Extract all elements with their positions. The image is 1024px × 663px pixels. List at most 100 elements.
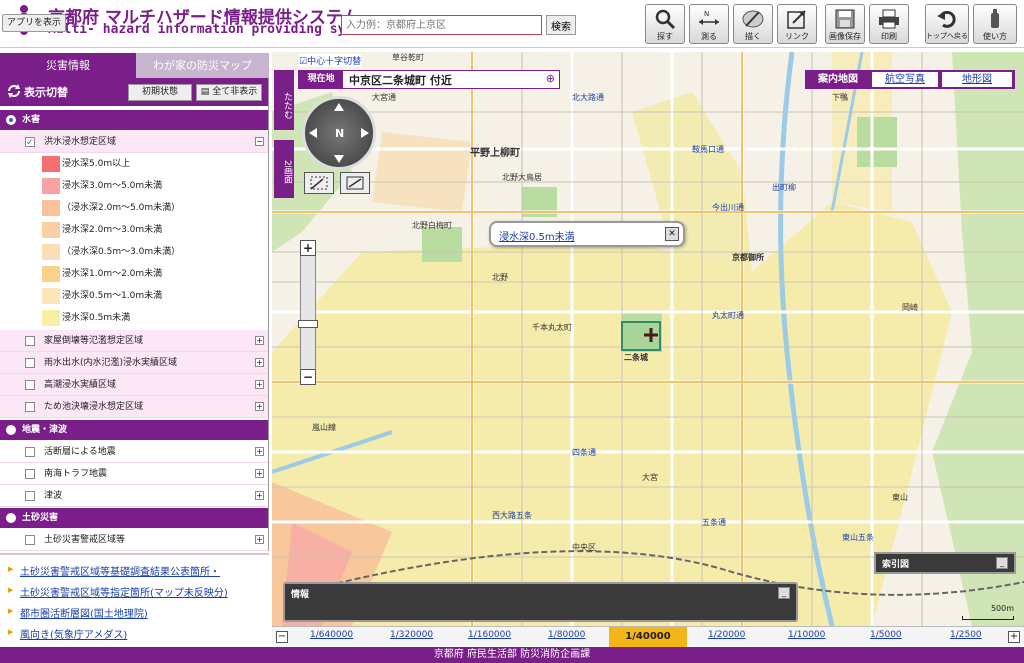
scale-option[interactable]: 1/640000 — [310, 630, 353, 640]
tab-aerial-photo[interactable]: 航空写真 — [872, 72, 938, 87]
svg-text:N: N — [704, 10, 709, 18]
category-sediment[interactable]: 土砂災害 — [0, 508, 268, 528]
layer-pond-break[interactable]: ため池決壊浸水想定区域 + — [0, 396, 268, 418]
layer-tsunami[interactable]: 津波 + — [0, 485, 268, 507]
tool-label: 印刷 — [881, 32, 897, 41]
tab-home-map[interactable]: わが家の防災マップ — [136, 53, 269, 78]
scale-option[interactable]: 1/2500 — [950, 630, 982, 640]
checkbox[interactable]: ☑ — [299, 57, 307, 67]
legend-label: 浸水深0.5m～1.0m未満 — [62, 291, 163, 301]
link-tool-button[interactable]: リンク — [777, 4, 817, 44]
info-popup: 浸水深0.5m未満 ✕ — [489, 221, 685, 247]
initial-state-button[interactable]: 初期状態 — [128, 84, 192, 101]
zoom-slider[interactable] — [300, 240, 316, 385]
layer-flood-zone[interactable]: 洪水浸水想定区域 − — [0, 131, 268, 154]
locate-icon[interactable]: ⊕ — [546, 72, 555, 85]
center-cross-toggle[interactable]: ☑中心十字切替 — [299, 54, 362, 67]
checkbox[interactable] — [25, 447, 35, 457]
current-location-tag: 現在地 — [299, 71, 343, 88]
checkbox[interactable] — [25, 535, 35, 545]
zoom-box-button[interactable] — [304, 172, 334, 194]
measure-tool-button[interactable]: N 測る — [689, 4, 729, 44]
link-wind-direction[interactable]: 風向き(気象庁アメダス) — [8, 626, 127, 641]
checkbox[interactable] — [25, 491, 35, 501]
legend-label: 浸水深0.5m未満 — [62, 313, 131, 323]
scale-option-active[interactable]: 1/40000 — [609, 627, 687, 647]
scale-option[interactable]: 1/80000 — [548, 630, 585, 640]
current-location-bar: 現在地 中京区二条城町 付近 ⊕ — [298, 70, 560, 89]
search-tool-button[interactable]: 探す — [645, 4, 685, 44]
category-flood[interactable]: 水害 — [0, 110, 268, 130]
magnifier-icon — [655, 9, 676, 30]
scale-legend-label: 500m — [990, 604, 1014, 613]
expand-icon[interactable]: + — [255, 535, 264, 544]
scale-option[interactable]: 1/20000 — [708, 630, 745, 640]
expand-icon[interactable]: + — [255, 469, 264, 478]
layer-active-fault[interactable]: 活断層による地震 + — [0, 441, 268, 463]
zoom-out-box-button[interactable] — [340, 172, 370, 194]
zoom-out-button[interactable]: − — [300, 369, 316, 385]
scale-legend: 500m — [962, 604, 1014, 620]
search-button[interactable]: 検索 — [546, 15, 576, 35]
current-location-text: 中京区二条城町 付近 — [349, 74, 452, 87]
tab-disaster-info[interactable]: 災害情報 — [0, 53, 136, 78]
split-screen-tab[interactable]: 2画面 — [274, 140, 294, 198]
expand-icon[interactable]: + — [255, 402, 264, 411]
layer-sediment-zone[interactable]: 土砂災害警戒区域等 + — [0, 529, 268, 551]
print-tool-button[interactable]: 印刷 — [869, 4, 909, 44]
scale-option[interactable]: 1/160000 — [468, 630, 511, 640]
scale-plus-button[interactable]: + — [1008, 631, 1020, 643]
legend-item: 浸水深3.0m～5.0m未満 — [38, 175, 268, 197]
info-minimize-button[interactable]: _ — [778, 587, 790, 599]
tab-terrain-map[interactable]: 地形図 — [942, 72, 1012, 87]
index-minimize-button[interactable]: _ — [996, 557, 1008, 569]
link-sediment-survey[interactable]: 土砂災害警戒区域等基礎調査結果公表箇所・ — [8, 563, 220, 578]
save-image-tool-button[interactable]: 画像保存 — [825, 4, 865, 44]
expand-icon[interactable]: + — [255, 491, 264, 500]
hide-all-label: 全て非表示 — [212, 87, 258, 97]
layer-storm-surge[interactable]: 高潮浸水実績区域 + — [0, 374, 268, 396]
search-input[interactable] — [341, 15, 542, 35]
hide-all-button[interactable]: ▤ 全て非表示 — [196, 84, 262, 101]
map-label: 下鴨 — [832, 93, 848, 102]
scale-option[interactable]: 1/5000 — [870, 630, 902, 640]
checkbox[interactable] — [25, 358, 35, 368]
zoom-slider-handle[interactable] — [298, 320, 318, 328]
map-label: 鞍馬口通 — [692, 145, 724, 154]
expand-icon[interactable]: + — [255, 336, 264, 345]
scale-option[interactable]: 1/320000 — [390, 630, 433, 640]
header: アプリを表示 京都府 マルチハザード情報提供システム Multi- hazard… — [0, 0, 1024, 48]
checkbox[interactable] — [25, 132, 35, 154]
draw-tool-button[interactable]: 描く — [733, 4, 773, 44]
map-label: 北野 — [492, 273, 508, 282]
pan-control[interactable]: N — [302, 96, 376, 170]
popup-close-button[interactable]: ✕ — [665, 227, 679, 241]
link-active-fault-map[interactable]: 都市圏活断層図(国土地理院) — [8, 605, 148, 620]
show-app-button[interactable]: アプリを表示 — [2, 14, 66, 32]
layer-nankai[interactable]: 南海トラフ地震 + — [0, 463, 268, 485]
expand-icon[interactable]: + — [255, 447, 264, 456]
category-earthquake[interactable]: 地震・津波 — [0, 420, 268, 440]
back-top-tool-button[interactable]: トップへ戻る — [925, 4, 969, 44]
map-type-tabs: 案内地図 航空写真 地形図 — [805, 70, 1015, 89]
layer-rainwater[interactable]: 雨水出水(内水氾濫)浸水実績区域 + — [0, 352, 268, 374]
popup-link[interactable]: 浸水深0.5m未満 — [499, 228, 575, 243]
collapse-icon[interactable]: − — [255, 137, 264, 146]
collapse-sidebar-tab[interactable]: たたむ — [274, 70, 294, 130]
layer-label: 津波 — [44, 491, 63, 501]
scale-minus-button[interactable]: − — [276, 631, 288, 643]
zoom-in-button[interactable]: + — [300, 240, 316, 256]
expand-icon[interactable]: + — [255, 358, 264, 367]
legend-item: 浸水深5.0m以上 — [38, 153, 268, 175]
expand-icon[interactable]: + — [255, 380, 264, 389]
checkbox[interactable] — [25, 336, 35, 346]
map-view[interactable]: 草谷乾町 平野上柳町 大宮通 北大路通 北野大鳥居 北野白梅町 鞍馬口通 今出川… — [272, 52, 1024, 626]
link-sediment-designated[interactable]: 土砂災害警戒区域等指定箇所(マップ未反映分) — [8, 584, 228, 599]
checkbox[interactable] — [25, 402, 35, 412]
help-tool-button[interactable]: 使い方 — [973, 4, 1017, 44]
scale-option[interactable]: 1/10000 — [788, 630, 825, 640]
tab-guide-map[interactable]: 案内地図 — [808, 72, 868, 87]
layer-house-collapse[interactable]: 家屋倒壊等氾濫想定区域 + — [0, 330, 268, 352]
checkbox[interactable] — [25, 469, 35, 479]
checkbox[interactable] — [25, 380, 35, 390]
